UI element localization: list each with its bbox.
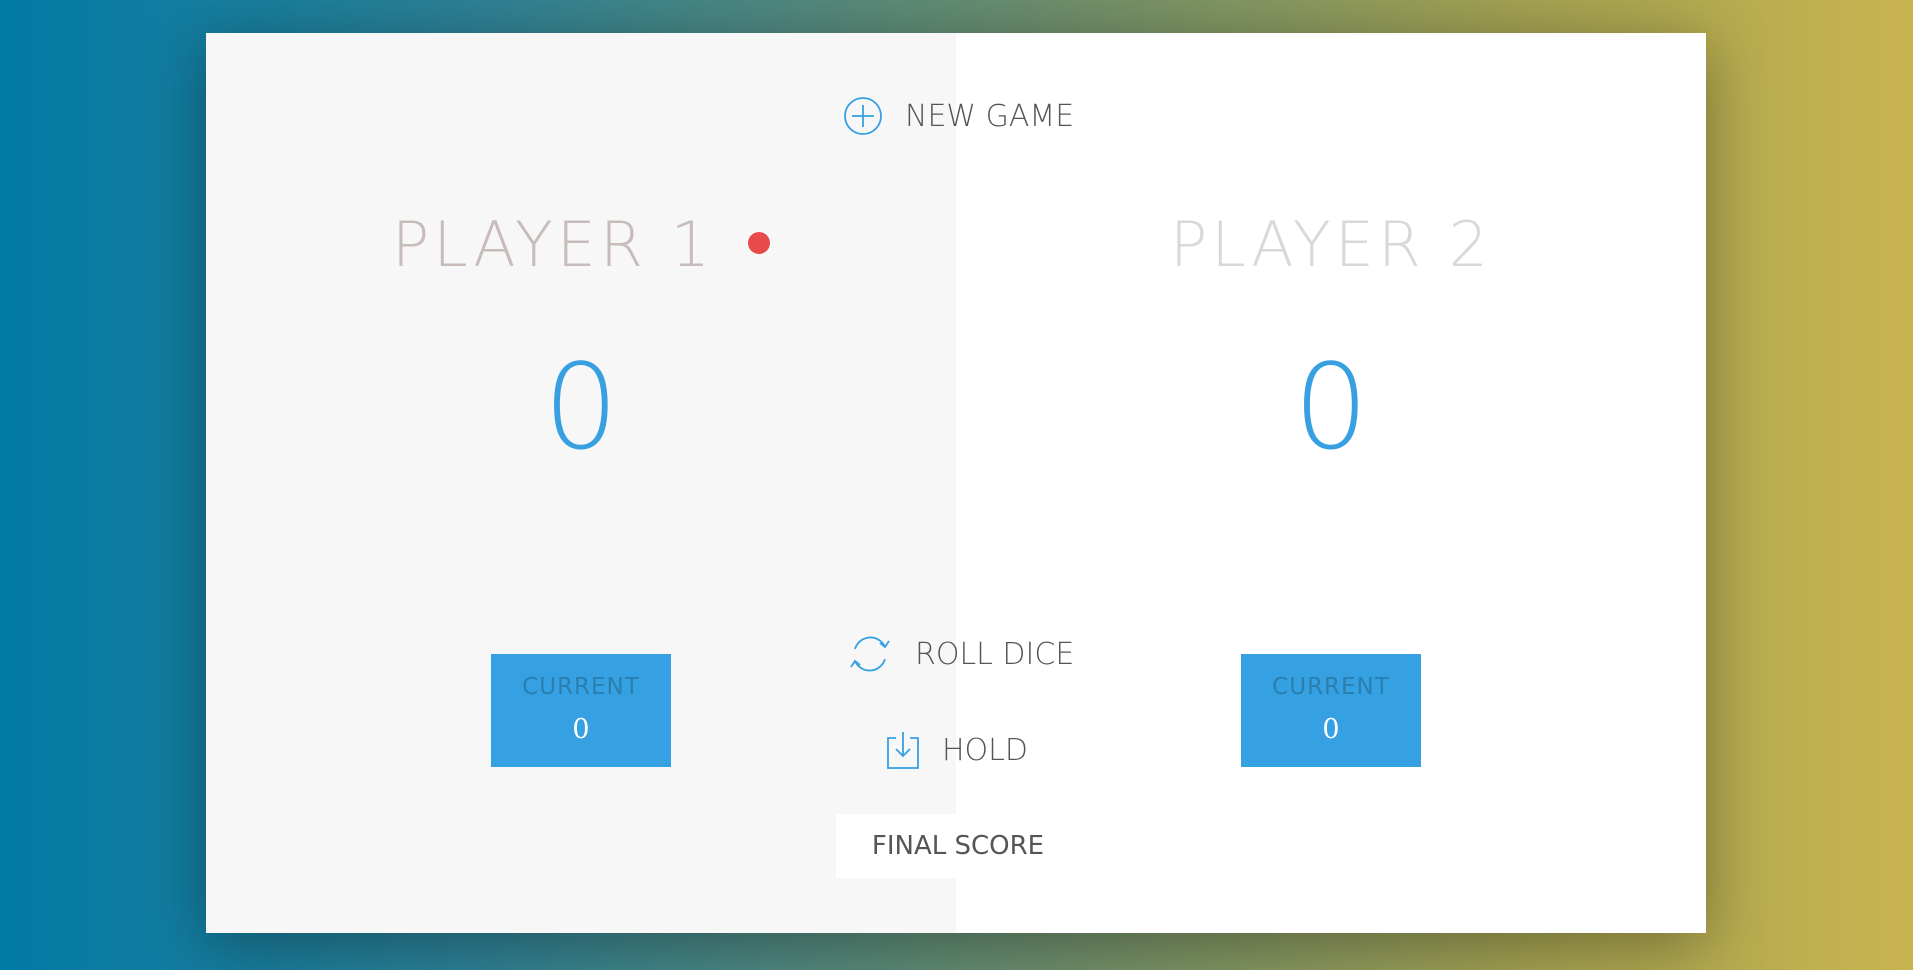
player-1-current-box: CURRENT 0	[491, 654, 671, 767]
player-1-score: 0	[543, 338, 619, 476]
plus-circle-icon	[843, 96, 883, 136]
hold-label: HOLD	[942, 732, 1028, 768]
game-board: PLAYER 1 0 CURRENT 0 PLAYER 2 0 CURRENT …	[206, 33, 1706, 933]
player-2-name: PLAYER 2	[956, 208, 1706, 281]
roll-dice-button[interactable]: ROLL DICE	[847, 633, 1074, 675]
hold-button[interactable]: HOLD	[886, 730, 1028, 770]
player-2-name-text: PLAYER 2	[1169, 208, 1493, 281]
player-2-current-value: 0	[1322, 714, 1340, 745]
roll-dice-label: ROLL DICE	[915, 636, 1075, 672]
player-1-name-text: PLAYER 1	[391, 208, 715, 281]
download-icon	[886, 730, 920, 770]
player-2-panel: PLAYER 2 0 CURRENT 0	[956, 33, 1706, 933]
player-1-name: PLAYER 1	[206, 208, 956, 281]
player-1-current-value: 0	[572, 714, 590, 745]
active-player-dot-icon	[748, 232, 771, 254]
player-1-panel: PLAYER 1 0 CURRENT 0	[206, 33, 956, 933]
player-2-current-box: CURRENT 0	[1241, 654, 1421, 767]
refresh-icon	[847, 633, 893, 675]
player-2-current-label: CURRENT	[1272, 674, 1390, 700]
new-game-label: NEW GAME	[905, 98, 1075, 134]
player-1-current-label: CURRENT	[522, 674, 640, 700]
final-score-input[interactable]	[836, 814, 1080, 878]
player-2-score: 0	[1293, 338, 1369, 476]
new-game-button[interactable]: NEW GAME	[843, 96, 1074, 136]
